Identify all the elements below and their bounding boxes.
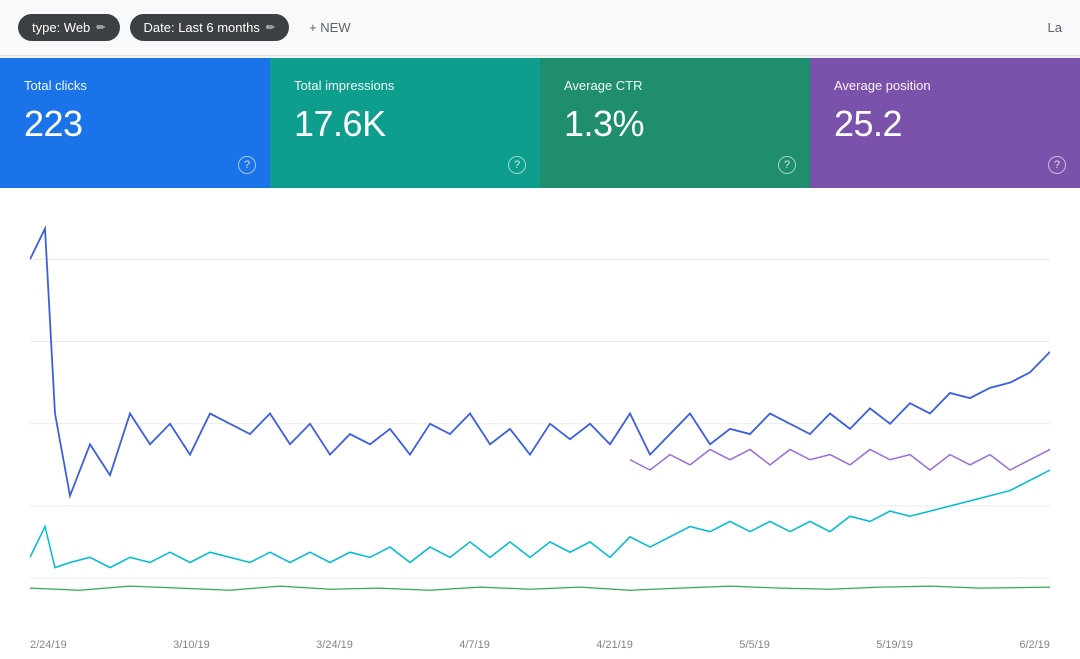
toolbar-right-label: La: [1048, 20, 1062, 35]
x-axis-labels: 2/24/19 3/10/19 3/24/19 4/7/19 4/21/19 5…: [30, 639, 1050, 651]
toolbar: type: Web ✏ Date: Last 6 months ✏ + NEW …: [0, 0, 1080, 56]
date-filter-edit-icon: ✏: [266, 21, 275, 34]
metric-clicks-label: Total clicks: [24, 78, 246, 93]
x-label-5: 5/5/19: [739, 639, 770, 651]
metric-clicks-help[interactable]: ?: [238, 156, 256, 174]
x-label-4: 4/21/19: [596, 639, 633, 651]
metric-impressions-label: Total impressions: [294, 78, 516, 93]
x-label-6: 5/19/19: [876, 639, 913, 651]
metric-ctr-help[interactable]: ?: [778, 156, 796, 174]
metric-ctr: Average CTR 1.3% ?: [540, 58, 810, 188]
type-filter-label: type: Web: [32, 20, 90, 35]
type-filter-pill[interactable]: type: Web ✏: [18, 14, 120, 41]
metric-ctr-label: Average CTR: [564, 78, 786, 93]
type-filter-edit-icon: ✏: [96, 21, 105, 34]
metric-clicks-value: 223: [24, 103, 246, 145]
metric-clicks: Total clicks 223 ?: [0, 58, 270, 188]
date-filter-label: Date: Last 6 months: [144, 20, 260, 35]
metric-position-label: Average position: [834, 78, 1056, 93]
metric-impressions: Total impressions 17.6K ?: [270, 58, 540, 188]
metric-position-value: 25.2: [834, 103, 1056, 145]
metric-position: Average position 25.2 ?: [810, 58, 1080, 188]
metric-impressions-value: 17.6K: [294, 103, 516, 145]
x-label-2: 3/24/19: [316, 639, 353, 651]
metric-position-help[interactable]: ?: [1048, 156, 1066, 174]
metric-ctr-value: 1.3%: [564, 103, 786, 145]
x-label-7: 6/2/19: [1019, 639, 1050, 651]
chart-area: 2/24/19 3/10/19 3/24/19 4/7/19 4/21/19 5…: [0, 188, 1080, 659]
x-label-3: 4/7/19: [459, 639, 490, 651]
line-chart: [30, 208, 1050, 619]
date-filter-pill[interactable]: Date: Last 6 months ✏: [130, 14, 290, 41]
x-label-0: 2/24/19: [30, 639, 67, 651]
x-label-1: 3/10/19: [173, 639, 210, 651]
metric-impressions-help[interactable]: ?: [508, 156, 526, 174]
metrics-bar: Total clicks 223 ? Total impressions 17.…: [0, 58, 1080, 188]
new-button[interactable]: + NEW: [299, 14, 361, 41]
